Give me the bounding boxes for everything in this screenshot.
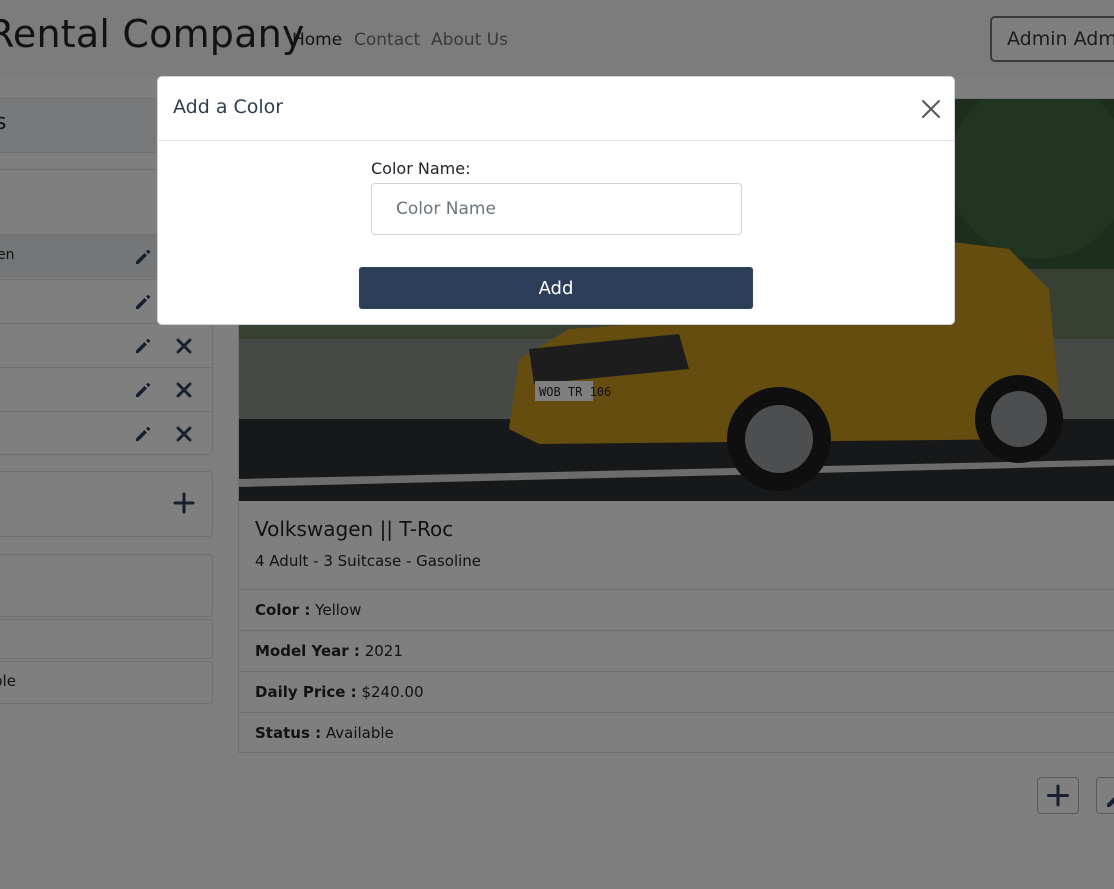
close-icon[interactable] <box>919 97 943 121</box>
color-name-input[interactable] <box>371 183 742 235</box>
color-name-label: Color Name: <box>371 159 471 178</box>
modal-title: Add a Color <box>173 96 284 118</box>
add-color-button[interactable]: Add <box>359 267 753 309</box>
modal-header: Add a Color <box>158 77 954 141</box>
add-color-modal: Add a Color Color Name: Add <box>157 76 955 325</box>
